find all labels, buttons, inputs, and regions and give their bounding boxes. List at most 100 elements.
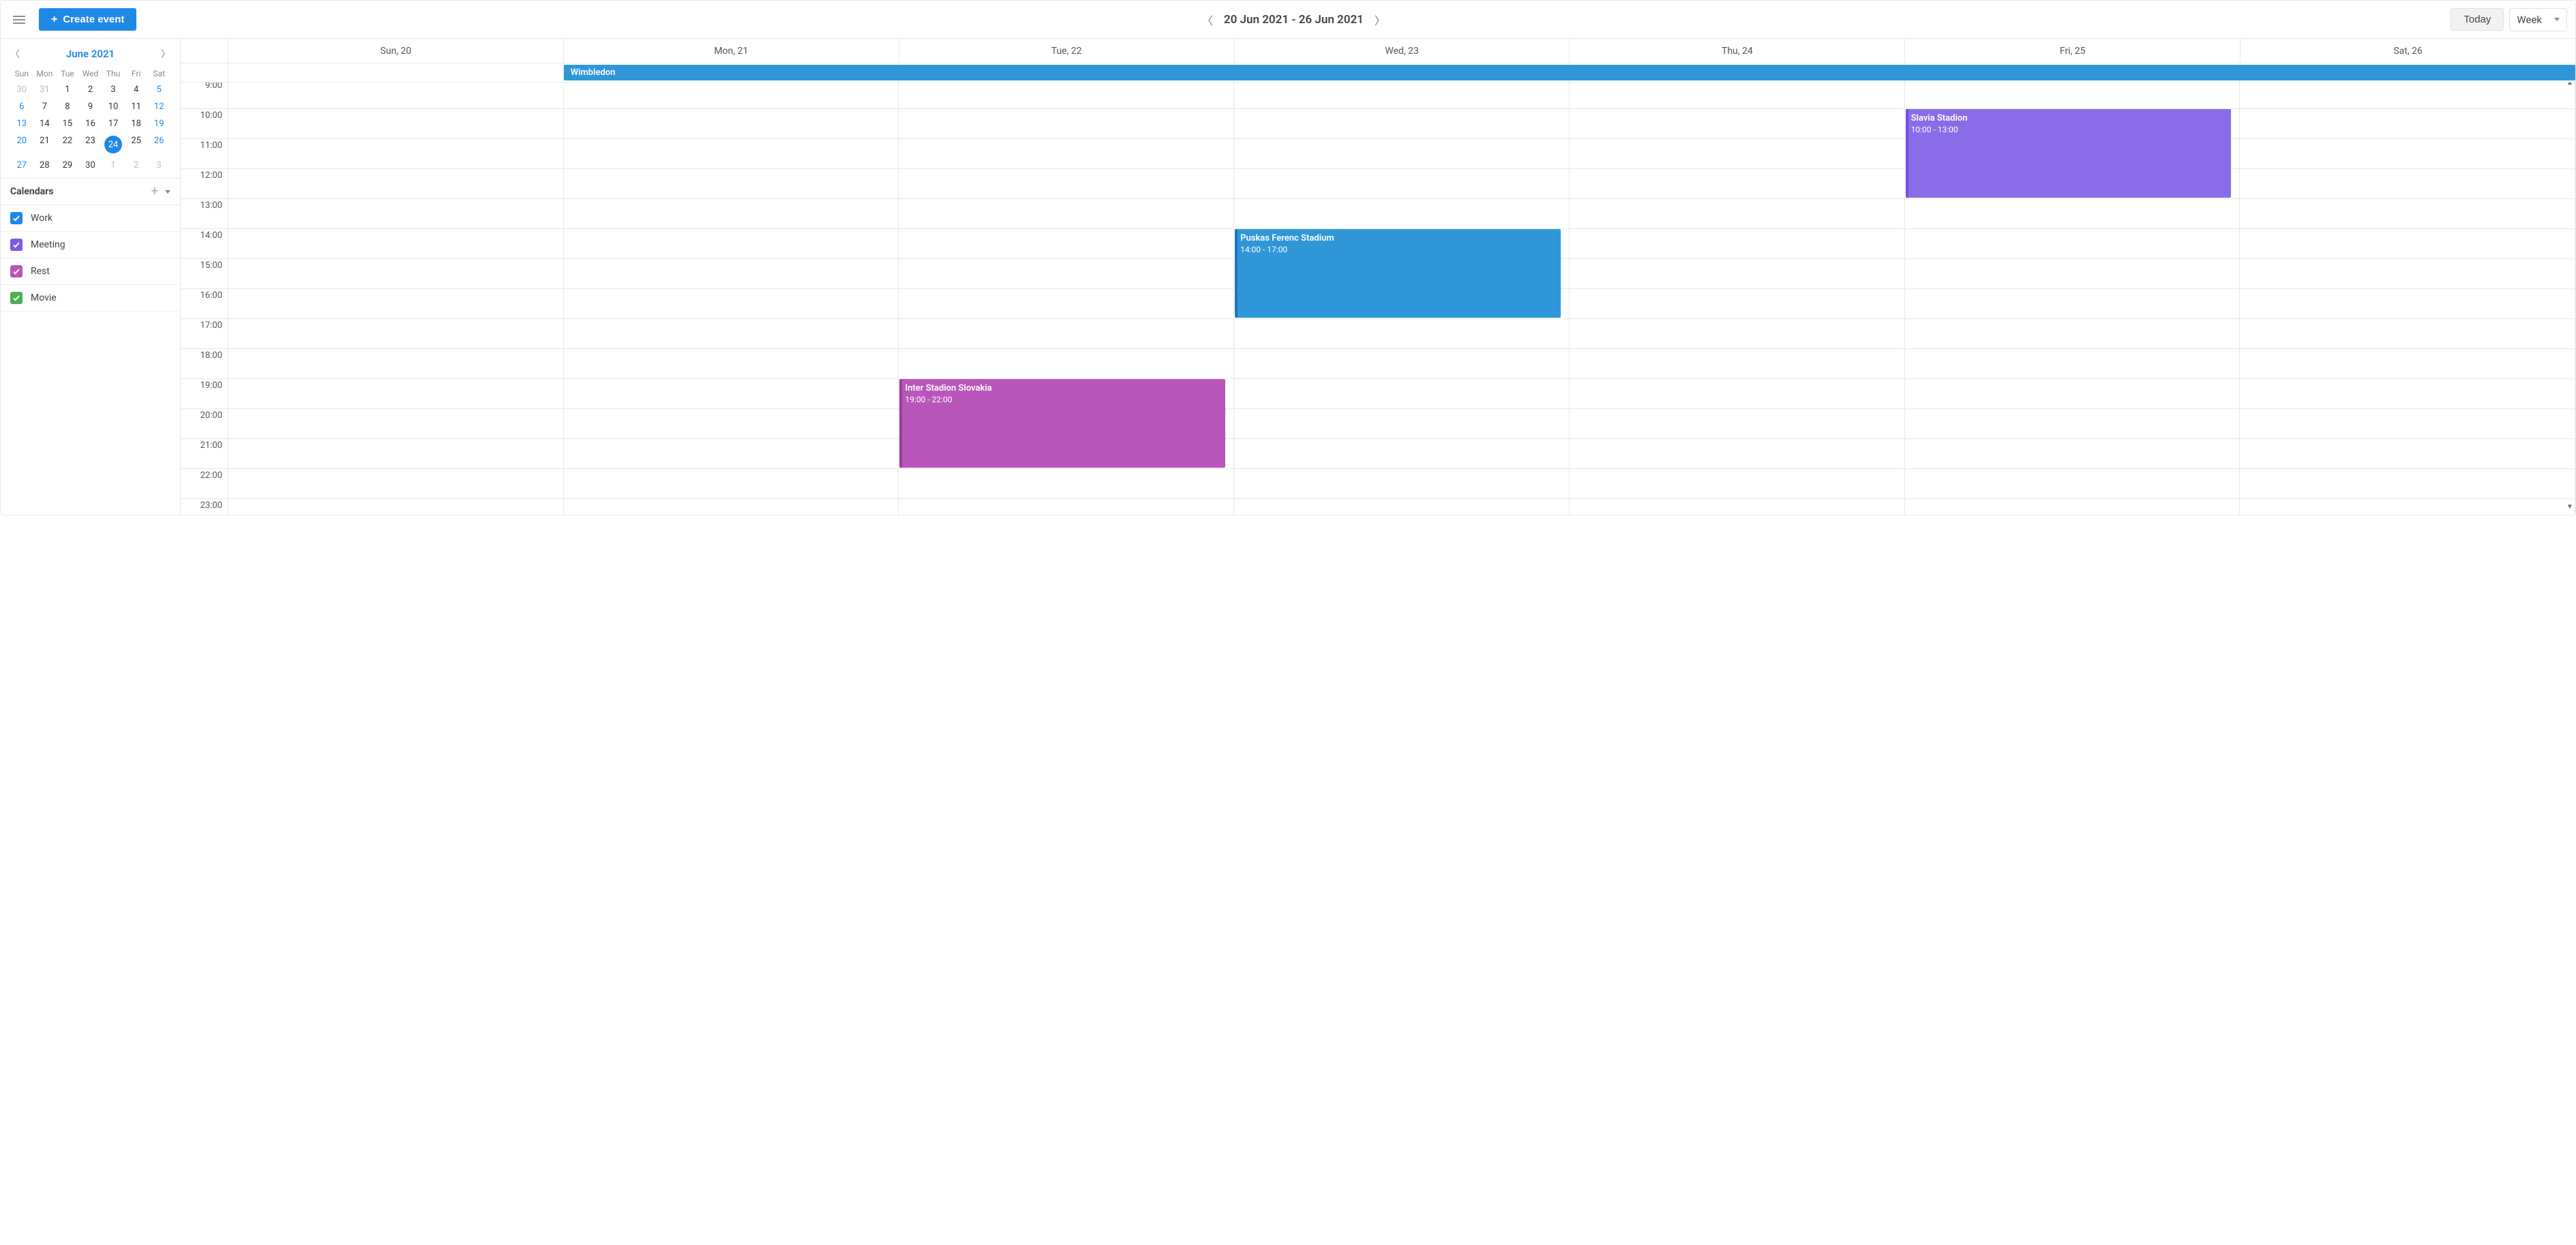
- hour-cell[interactable]: [1905, 318, 2240, 348]
- datepicker-prev-button[interactable]: 〈: [10, 47, 20, 61]
- calendar-item[interactable]: Rest: [1, 258, 180, 285]
- scroll-down-icon[interactable]: ▼: [2566, 502, 2574, 511]
- calendar-item[interactable]: Work: [1, 205, 180, 232]
- hour-cell[interactable]: [1905, 468, 2240, 498]
- hour-cell[interactable]: [2240, 198, 2575, 228]
- hour-cell[interactable]: [1905, 82, 2240, 108]
- datepicker-day[interactable]: 8: [56, 98, 79, 115]
- hour-cell[interactable]: [564, 82, 899, 108]
- hour-cell[interactable]: [2240, 498, 2575, 515]
- hour-cell[interactable]: [2240, 438, 2575, 468]
- hour-cell[interactable]: [899, 108, 1233, 138]
- hour-cell[interactable]: [1570, 228, 1904, 258]
- hour-cell[interactable]: [2240, 348, 2575, 378]
- next-range-button[interactable]: 〉: [1371, 9, 1390, 31]
- datepicker-day[interactable]: 25: [125, 132, 148, 157]
- hour-cell[interactable]: [899, 82, 1233, 108]
- datepicker-day[interactable]: 13: [10, 115, 33, 132]
- hour-cell[interactable]: [899, 168, 1233, 198]
- datepicker-day[interactable]: 9: [79, 98, 102, 115]
- allday-slot[interactable]: [228, 63, 564, 82]
- hour-cell[interactable]: [564, 198, 899, 228]
- calendar-event[interactable]: Puskas Ferenc Stadium14:00 - 17:00: [1235, 229, 1561, 318]
- hour-cell[interactable]: [1234, 82, 1569, 108]
- datepicker-day[interactable]: 12: [147, 98, 170, 115]
- hour-cell[interactable]: [228, 438, 563, 468]
- datepicker-day[interactable]: 28: [33, 157, 57, 174]
- datepicker-day[interactable]: 23: [79, 132, 102, 157]
- calendar-checkbox[interactable]: [10, 239, 23, 251]
- hour-cell[interactable]: [564, 258, 899, 288]
- datepicker-day[interactable]: 6: [10, 98, 33, 115]
- hour-cell[interactable]: [1905, 228, 2240, 258]
- hour-cell[interactable]: [2240, 138, 2575, 168]
- hour-cell[interactable]: [899, 498, 1233, 515]
- hour-cell[interactable]: [1234, 408, 1569, 438]
- hour-cell[interactable]: [1570, 468, 1904, 498]
- datepicker-day[interactable]: 21: [33, 132, 57, 157]
- hour-cell[interactable]: [228, 82, 563, 108]
- hour-cell[interactable]: [228, 498, 563, 515]
- hour-cell[interactable]: [1570, 318, 1904, 348]
- datepicker-day[interactable]: 20: [10, 132, 33, 157]
- allday-grid[interactable]: Wimbledon: [228, 63, 2575, 82]
- hour-cell[interactable]: [1905, 438, 2240, 468]
- hour-cell[interactable]: [2240, 468, 2575, 498]
- hour-cell[interactable]: [2240, 288, 2575, 318]
- hour-cell[interactable]: [228, 258, 563, 288]
- hour-cell[interactable]: [564, 348, 899, 378]
- hour-cell[interactable]: [899, 348, 1233, 378]
- hour-cell[interactable]: [1905, 498, 2240, 515]
- hour-cell[interactable]: [1570, 82, 1904, 108]
- hour-cell[interactable]: [1570, 348, 1904, 378]
- hour-cell[interactable]: [899, 258, 1233, 288]
- hour-cell[interactable]: [228, 228, 563, 258]
- hour-cell[interactable]: [1905, 348, 2240, 378]
- hour-cell[interactable]: [899, 198, 1233, 228]
- view-select[interactable]: Week: [2509, 8, 2567, 31]
- hour-cell[interactable]: [1570, 138, 1904, 168]
- datepicker-day[interactable]: 2: [79, 81, 102, 98]
- hour-cell[interactable]: [1570, 378, 1904, 408]
- hour-cell[interactable]: [564, 498, 899, 515]
- hour-cell[interactable]: [228, 138, 563, 168]
- datepicker-day[interactable]: 30: [10, 81, 33, 98]
- prev-range-button[interactable]: 〈: [1198, 9, 1217, 31]
- hour-cell[interactable]: [564, 138, 899, 168]
- hour-cell[interactable]: [564, 378, 899, 408]
- datepicker-day[interactable]: 30: [79, 157, 102, 174]
- hour-cell[interactable]: [1570, 498, 1904, 515]
- datepicker-day[interactable]: 22: [56, 132, 79, 157]
- hour-cell[interactable]: [1570, 288, 1904, 318]
- datepicker-title[interactable]: June 2021: [66, 48, 115, 60]
- hour-cell[interactable]: [2240, 408, 2575, 438]
- hour-cell[interactable]: [1234, 138, 1569, 168]
- allday-event[interactable]: Wimbledon: [564, 65, 2575, 80]
- datepicker-day[interactable]: 5: [147, 81, 170, 98]
- chevron-down-icon[interactable]: [165, 190, 170, 194]
- hour-cell[interactable]: [899, 228, 1233, 258]
- hour-cell[interactable]: [564, 438, 899, 468]
- hour-cell[interactable]: [2240, 82, 2575, 108]
- calendar-checkbox[interactable]: [10, 292, 23, 304]
- hour-cell[interactable]: [1905, 378, 2240, 408]
- hour-cell[interactable]: [2240, 228, 2575, 258]
- hour-cell[interactable]: [2240, 378, 2575, 408]
- hour-cell[interactable]: [899, 318, 1233, 348]
- hour-cell[interactable]: [1234, 498, 1569, 515]
- datepicker-day[interactable]: 17: [102, 115, 125, 132]
- hour-cell[interactable]: [1234, 108, 1569, 138]
- hour-cell[interactable]: [1234, 438, 1569, 468]
- day-columns[interactable]: Slavia Stadion10:00 - 13:00 Puskas Ferenc…: [228, 82, 2575, 515]
- hour-cell[interactable]: [1570, 198, 1904, 228]
- calendar-event[interactable]: Slavia Stadion10:00 - 13:00: [1906, 109, 2232, 198]
- menu-toggle-icon[interactable]: [9, 12, 29, 28]
- hour-cell[interactable]: [2240, 258, 2575, 288]
- hour-cell[interactable]: [1570, 438, 1904, 468]
- hour-cell[interactable]: [1234, 468, 1569, 498]
- hour-cell[interactable]: [1570, 258, 1904, 288]
- datepicker-day[interactable]: 11: [125, 98, 148, 115]
- datepicker-day[interactable]: 15: [56, 115, 79, 132]
- hour-cell[interactable]: [228, 318, 563, 348]
- datepicker-day[interactable]: 2: [125, 157, 148, 174]
